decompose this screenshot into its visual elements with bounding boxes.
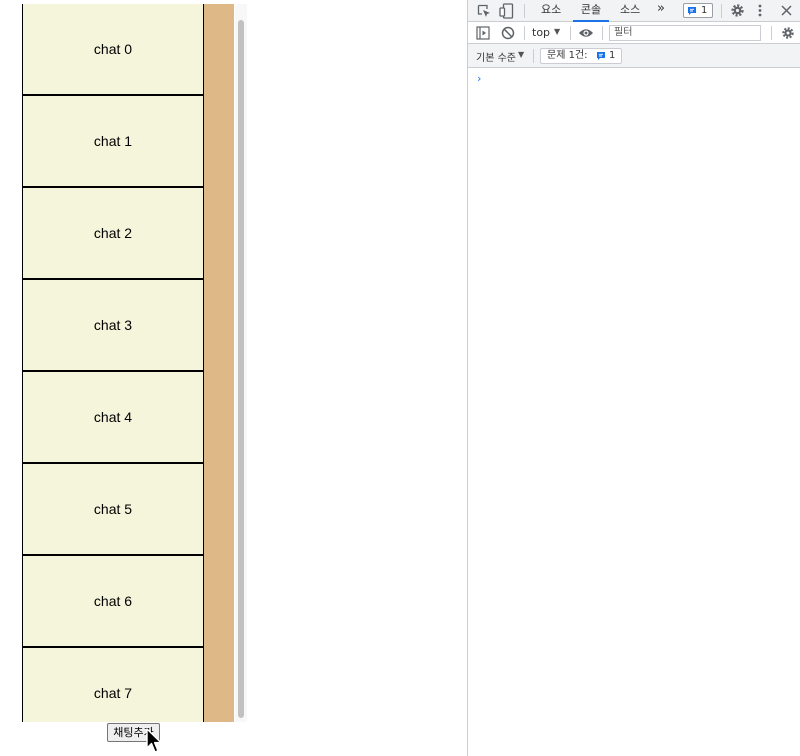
chat-item: chat 2 [23,188,203,280]
issues-count: 1 [609,50,616,61]
web-page: chat 0 chat 1 chat 2 chat 3 chat 4 chat … [0,0,467,756]
issues-label: 문제 1건: [547,50,588,61]
tab-elements[interactable]: 요소 [541,0,561,22]
divider [771,26,772,40]
log-level-dropdown-icon[interactable]: ▼ [518,50,524,59]
divider [524,4,525,18]
issues-button[interactable]: 문제 1건: 1 [540,48,622,64]
scrollbar-thumb[interactable] [238,20,244,718]
gear-icon[interactable] [730,3,745,18]
chat-item: chat 7 [23,648,203,722]
devtools-panel: 요소 콘솔 소스 » 1 top ▼ 필터 기본 수준 ▼ 문제 1건: 1 › [467,0,800,756]
inspect-element-icon[interactable] [477,4,491,18]
scrollbar[interactable] [235,4,247,722]
tab-sources[interactable]: 소스 [620,0,640,22]
mouse-pointer-icon [146,728,162,753]
chat-item: chat 4 [23,372,203,464]
chat-scroll-container[interactable]: chat 0 chat 1 chat 2 chat 3 chat 4 chat … [22,4,247,722]
messages-count: 1 [701,5,708,16]
chat-item: chat 1 [23,96,203,188]
divider [524,26,525,40]
console-toolbar: top ▼ 필터 [468,22,800,44]
chat-item: chat 0 [23,4,203,96]
log-level-selector[interactable]: 기본 수준 [476,49,516,64]
divider [570,26,571,40]
sidebar-toggle-icon[interactable] [476,26,490,40]
message-icon [597,52,605,60]
filter-input[interactable]: 필터 [609,25,761,41]
chat-item: chat 5 [23,464,203,556]
more-options-icon[interactable] [757,3,763,18]
console-levels-bar: 기본 수준 ▼ 문제 1건: 1 [468,44,800,68]
side-strip [204,4,234,722]
more-tabs-button[interactable]: » [657,0,665,22]
devtools-tabbar: 요소 콘솔 소스 » 1 [468,0,800,22]
chat-list: chat 0 chat 1 chat 2 chat 3 chat 4 chat … [22,4,204,722]
messages-badge[interactable]: 1 [683,3,713,18]
chat-item: chat 6 [23,556,203,648]
close-icon[interactable] [781,5,792,16]
console-prompt[interactable]: › [477,72,481,85]
device-toolbar-icon[interactable] [499,3,514,19]
clear-console-icon[interactable] [501,26,515,40]
message-icon [688,7,696,15]
live-expression-eye-icon[interactable] [578,28,594,38]
console-settings-gear-icon[interactable] [781,26,795,40]
divider [721,4,722,18]
context-dropdown-icon[interactable]: ▼ [554,27,560,36]
chat-item: chat 3 [23,280,203,372]
tab-console[interactable]: 콘솔 [573,0,609,22]
context-selector[interactable]: top [532,26,550,39]
divider [533,49,534,63]
divider [602,26,603,40]
